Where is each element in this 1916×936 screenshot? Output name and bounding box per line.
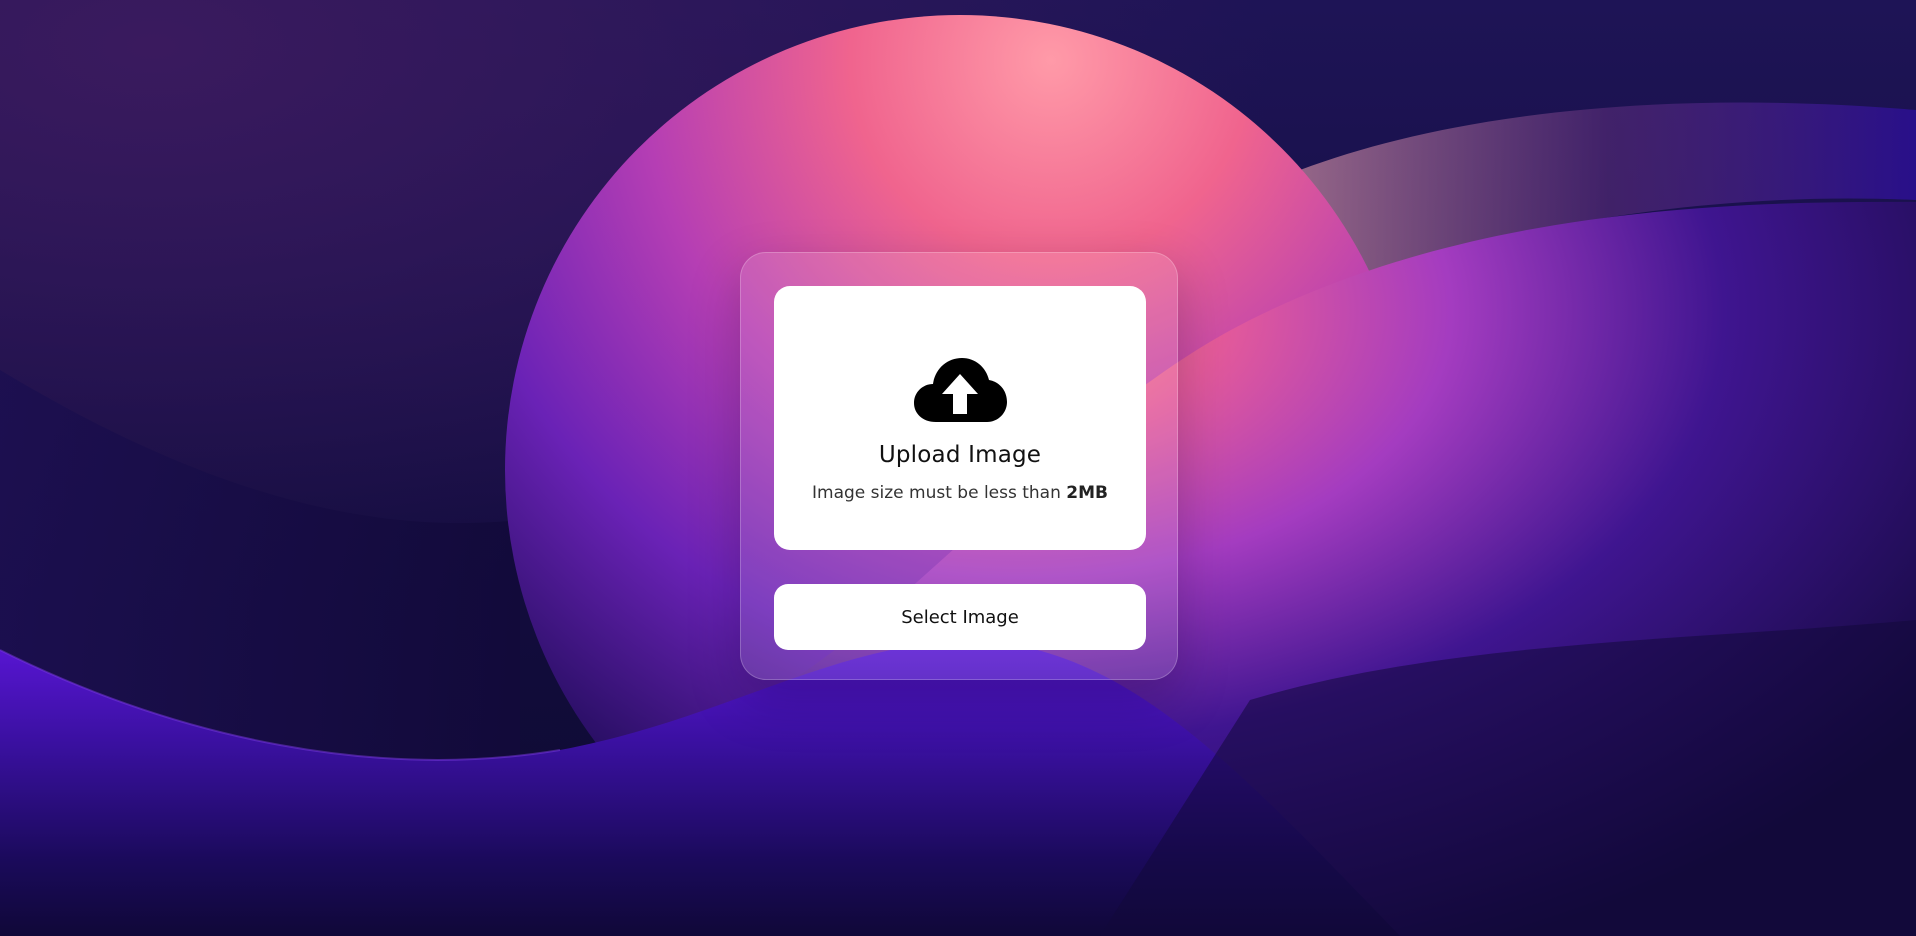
upload-dropzone[interactable]: Upload Image Image size must be less tha… bbox=[774, 286, 1146, 550]
upload-size-hint: Image size must be less than 2MB bbox=[774, 483, 1146, 503]
upload-hint-text: Image size must be less than bbox=[812, 483, 1061, 503]
upload-panel: Upload Image Image size must be less tha… bbox=[740, 252, 1178, 680]
select-image-button[interactable]: Select Image bbox=[774, 584, 1146, 650]
upload-title: Upload Image bbox=[878, 442, 1042, 468]
cloud-upload-icon bbox=[914, 358, 1007, 422]
upload-size-limit: 2MB bbox=[1066, 483, 1108, 503]
